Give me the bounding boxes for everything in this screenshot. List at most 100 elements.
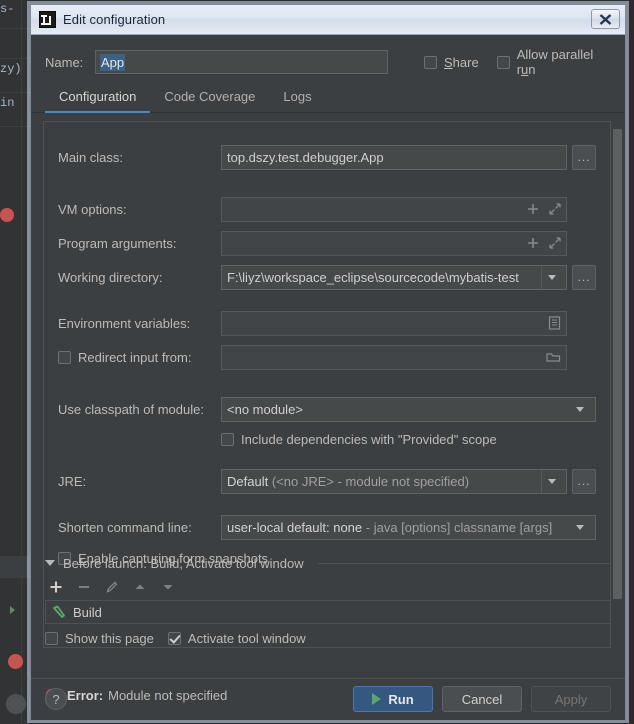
ide-background: s- zy) in [0, 0, 30, 724]
shorten-value-secondary: - java [options] classname [args] [365, 519, 553, 535]
tab-code-coverage[interactable]: Code Coverage [150, 89, 269, 112]
close-icon[interactable] [591, 9, 620, 29]
use-classpath-of-module-label: Use classpath of module: [58, 401, 204, 417]
use-classpath-of-module-row: Use classpath of module: <no module> [44, 392, 610, 426]
tab-configuration[interactable]: Configuration [45, 89, 151, 113]
jre-value-secondary: (<no JRE> - module not specified) [271, 473, 470, 489]
show-this-page-checkbox[interactable]: Show this page [45, 631, 154, 646]
program-arguments-input[interactable] [221, 230, 567, 256]
chevron-down-icon [576, 406, 584, 412]
folder-icon[interactable] [546, 351, 561, 363]
shorten-command-line-dropdown[interactable] [570, 516, 590, 539]
include-provided-checkbox[interactable]: Include dependencies with "Provided" sco… [44, 426, 610, 452]
working-directory-browse-button[interactable]: ... [572, 264, 596, 290]
add-macro-icon[interactable] [527, 237, 539, 249]
environment-variables-row: Environment variables: [44, 306, 610, 340]
before-launch-item-label: Build [73, 604, 102, 620]
before-launch-list[interactable]: Build [45, 600, 611, 624]
program-arguments-label: Program arguments: [58, 235, 177, 251]
run-button-label: Run [388, 691, 414, 707]
bg-highlight-band [0, 556, 30, 578]
bg-run-arrow-icon [10, 606, 15, 614]
shorten-command-line-label: Shorten command line: [58, 519, 192, 535]
scrollbar-thumb[interactable] [613, 129, 622, 599]
main-class-input[interactable]: top.dszy.test.debugger.App [221, 144, 567, 170]
add-icon[interactable] [49, 580, 63, 594]
bg-text-fragment: in [0, 96, 15, 110]
move-down-icon [163, 585, 173, 590]
include-provided-label: Include dependencies with "Provided" sco… [241, 431, 497, 447]
bg-divider [0, 28, 30, 29]
expand-icon[interactable] [549, 203, 561, 215]
name-row: Name: App Share Allow parallel run [31, 35, 625, 79]
checkbox-box [45, 631, 58, 645]
dialog-title: Edit configuration [63, 12, 166, 27]
help-button[interactable]: ? [45, 688, 67, 710]
environment-variables-label: Environment variables: [58, 315, 191, 331]
redirect-input-row: Redirect input from: [44, 340, 610, 374]
redirect-input-checkbox[interactable]: Redirect input from: [58, 350, 221, 365]
vm-options-input[interactable] [221, 196, 567, 222]
allow-parallel-run-checkbox[interactable]: Allow parallel run [496, 47, 611, 77]
before-launch-title: Before launch: Build, Activate tool wind… [63, 555, 304, 571]
jre-combo[interactable]: Default (<no JRE> - module not specified… [221, 468, 567, 494]
move-up-icon [135, 584, 145, 589]
before-launch-options: Show this page Activate tool window [45, 628, 611, 648]
ellipsis-icon: ... [577, 150, 591, 164]
jre-row: JRE: Default (<no JRE> - module not spec… [44, 464, 610, 498]
chevron-down-icon [547, 478, 556, 484]
activate-tool-window-checkbox[interactable]: Activate tool window [167, 630, 306, 646]
activate-tool-window-label: Activate tool window [187, 630, 306, 646]
checkbox-box [167, 631, 181, 645]
bg-divider [0, 58, 30, 59]
use-classpath-dropdown[interactable] [570, 398, 590, 421]
checkbox-box [58, 350, 71, 364]
chevron-down-icon [576, 524, 584, 530]
bg-round-button [6, 694, 26, 714]
jre-dropdown[interactable] [541, 469, 561, 493]
use-classpath-of-module-value: <no module> [227, 401, 303, 417]
bg-text-fragment: zy) [0, 62, 22, 76]
ellipsis-icon: ... [577, 270, 591, 284]
edit-pencil-icon [106, 581, 118, 593]
cancel-button[interactable]: Cancel [442, 686, 522, 712]
jre-browse-button[interactable]: ... [572, 468, 596, 494]
share-label: Share [444, 54, 479, 70]
settings-scroll-area: Main class: top.dszy.test.debugger.App .… [31, 113, 625, 648]
before-launch-header[interactable]: Before launch: Build, Activate tool wind… [45, 552, 611, 574]
run-button[interactable]: Run [353, 686, 433, 712]
checkbox-box [424, 55, 437, 69]
jre-label: JRE: [58, 473, 87, 489]
working-directory-label: Working directory: [58, 269, 163, 285]
vm-options-label: VM options: [58, 201, 127, 217]
working-directory-input[interactable]: F:\liyz\workspace_eclipse\sourcecode\myb… [221, 264, 567, 290]
use-classpath-of-module-combo[interactable]: <no module> [221, 396, 596, 422]
main-class-label: Main class: [58, 149, 124, 165]
edit-configuration-dialog: Edit configuration Name: App Share Allow… [30, 4, 626, 720]
remove-icon [79, 586, 89, 588]
checkbox-box [496, 55, 510, 69]
share-checkbox[interactable]: Share [424, 55, 479, 70]
header-divider [317, 562, 611, 564]
name-input[interactable]: App [95, 50, 388, 74]
expand-icon[interactable] [549, 237, 561, 249]
working-directory-dropdown[interactable] [541, 265, 561, 289]
environment-variables-input[interactable] [221, 310, 567, 336]
allow-parallel-run-label: Allow parallel run [516, 47, 594, 77]
redirect-input-field[interactable] [221, 344, 567, 370]
shorten-command-line-combo[interactable]: user-local default: none - java [options… [221, 514, 596, 540]
play-icon [372, 693, 382, 705]
bg-status-dot [8, 654, 23, 669]
edit-list-icon[interactable] [548, 316, 561, 330]
working-directory-row: Working directory: F:\liyz\workspace_ecl… [44, 260, 610, 294]
working-directory-value: F:\liyz\workspace_eclipse\sourcecode\myb… [227, 269, 519, 285]
dialog-body: Name: App Share Allow parallel run Confi… [31, 35, 625, 720]
dialog-titlebar: Edit configuration [31, 5, 625, 35]
apply-button: Apply [531, 686, 611, 712]
vm-options-row: VM options: [44, 192, 610, 226]
chevron-down-icon [45, 560, 55, 566]
main-class-browse-button[interactable]: ... [572, 144, 596, 170]
tab-logs[interactable]: Logs [269, 89, 325, 112]
name-label: Name: [45, 54, 84, 70]
add-macro-icon[interactable] [527, 203, 539, 215]
